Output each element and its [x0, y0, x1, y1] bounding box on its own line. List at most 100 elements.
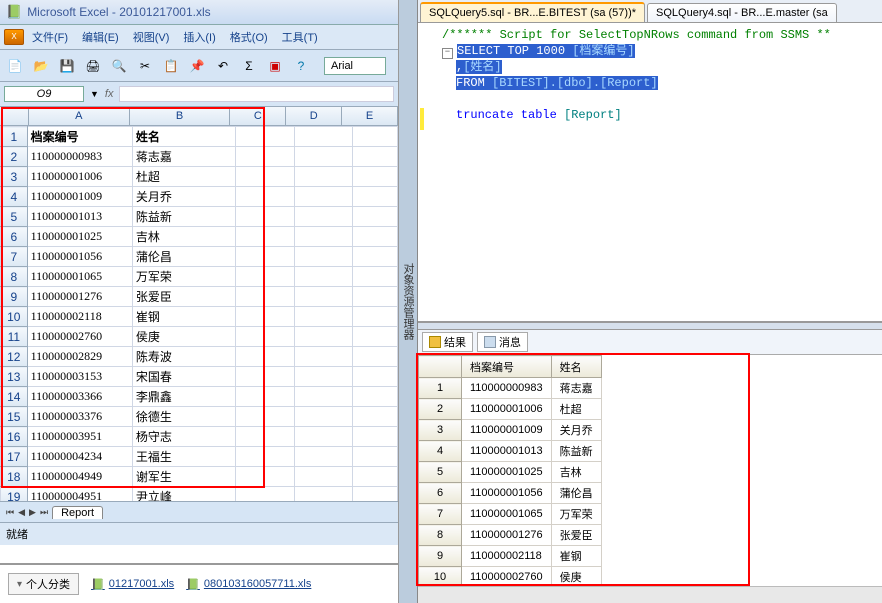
preview-icon[interactable]: 🔍: [108, 55, 130, 77]
object-explorer-tab[interactable]: 对象资源管理器: [399, 0, 418, 603]
table-row[interactable]: 6110000001056蒲伦昌: [419, 483, 602, 504]
table-row[interactable]: 10110000002760侯庚: [419, 567, 602, 587]
table-row[interactable]: 6110000001025吉林: [1, 227, 398, 247]
table-row[interactable]: 14110000003366李鼎鑫: [1, 387, 398, 407]
name-box[interactable]: O9: [4, 86, 84, 102]
spreadsheet-grid[interactable]: 1档案编号姓名2110000000983蒋志嘉3110000001006杜超41…: [0, 126, 398, 501]
sql-tab-query5[interactable]: SQLQuery5.sql - BR...E.BITEST (sa (57))*: [420, 2, 645, 22]
copy-icon[interactable]: 📋: [160, 55, 182, 77]
col-header-C[interactable]: C: [230, 107, 286, 125]
open-icon[interactable]: 📂: [30, 55, 52, 77]
collapse-icon[interactable]: −: [442, 48, 453, 59]
menu-edit[interactable]: 编辑(E): [76, 29, 125, 45]
table-row[interactable]: 9110000001276张爱臣: [1, 287, 398, 307]
sql-kw-from: FROM: [456, 76, 492, 90]
excel-sys-icon[interactable]: X: [4, 29, 24, 45]
table-row[interactable]: 4110000001013陈益新: [419, 441, 602, 462]
formula-bar[interactable]: [119, 86, 394, 102]
title-prefix: Microsoft Excel -: [27, 5, 119, 19]
menu-insert[interactable]: 插入(I): [177, 29, 221, 45]
table-row[interactable]: 9110000002118崔钢: [419, 546, 602, 567]
col-header-E[interactable]: E: [342, 107, 398, 125]
results-tab[interactable]: 结果: [422, 332, 473, 352]
table-row[interactable]: 3110000001009关月乔: [419, 420, 602, 441]
sum-icon[interactable]: Σ: [238, 55, 260, 77]
table-row[interactable]: 2110000001006杜超: [419, 399, 602, 420]
table-row[interactable]: 13110000003153宋国春: [1, 367, 398, 387]
excel-menubar: X 文件(F) 编辑(E) 视图(V) 插入(I) 格式(O) 工具(T): [0, 25, 398, 50]
table-row[interactable]: 4110000001009关月乔: [1, 187, 398, 207]
font-selector[interactable]: Arial: [324, 57, 386, 75]
cut-icon[interactable]: ✂: [134, 55, 156, 77]
macro-icon[interactable]: ▣: [264, 55, 286, 77]
table-row[interactable]: 1110000000983蒋志嘉: [419, 378, 602, 399]
sql-col-2: [姓名]: [463, 60, 501, 74]
change-marker: [420, 108, 424, 130]
horizontal-scrollbar[interactable]: [418, 586, 882, 603]
table-row[interactable]: 8110000001276张爱臣: [419, 525, 602, 546]
dropdown-icon[interactable]: ▼: [90, 89, 99, 99]
col-header-A[interactable]: A: [29, 107, 130, 125]
sql-tab-query4[interactable]: SQLQuery4.sql - BR...E.master (sa: [647, 3, 837, 22]
fx-label: fx: [105, 88, 114, 100]
splitter-handle[interactable]: [418, 322, 882, 330]
table-row[interactable]: 19110000004951尹立峰: [1, 487, 398, 502]
sql-tab-bar: SQLQuery5.sql - BR...E.BITEST (sa (57))*…: [418, 0, 882, 23]
sql-col-1: [档案编号]: [572, 44, 634, 58]
menu-format[interactable]: 格式(O): [224, 29, 274, 45]
table-row[interactable]: 5110000001013陈益新: [1, 207, 398, 227]
menu-view[interactable]: 视图(V): [127, 29, 176, 45]
category-label: 个人分类: [26, 576, 70, 592]
table-row[interactable]: 12110000002829陈寿波: [1, 347, 398, 367]
table-row[interactable]: 7110000001065万军荣: [419, 504, 602, 525]
category-button[interactable]: ▾ 个人分类: [8, 573, 79, 595]
col-header-D[interactable]: D: [286, 107, 342, 125]
column-headers: A B C D E: [0, 107, 398, 126]
menu-file[interactable]: 文件(F): [26, 29, 74, 45]
sheet-tab-report[interactable]: Report: [52, 506, 103, 519]
messages-tab[interactable]: 消息: [477, 332, 528, 352]
result-tabs: 结果 消息: [418, 330, 882, 355]
table-row[interactable]: 17110000004234王福生: [1, 447, 398, 467]
save-icon[interactable]: 💾: [56, 55, 78, 77]
sql-editor[interactable]: /****** Script for SelectTopNRows comman…: [418, 23, 882, 322]
paste-icon[interactable]: 📌: [186, 55, 208, 77]
xls-icon: 📗: [186, 578, 200, 591]
sql-comment: /****** Script for SelectTopNRows comman…: [442, 28, 831, 42]
tab-nav-last-icon[interactable]: ⏭: [40, 507, 48, 518]
tab-nav-next-icon[interactable]: ▶: [29, 507, 36, 518]
table-row[interactable]: 10110000002118崔钢: [1, 307, 398, 327]
table-row[interactable]: 5110000001025吉林: [419, 462, 602, 483]
table-row[interactable]: 8110000001065万军荣: [1, 267, 398, 287]
table-row[interactable]: 18110000004949谢军生: [1, 467, 398, 487]
file-link-2-label: 080103160057711.xls: [204, 578, 311, 590]
menu-tools[interactable]: 工具(T): [276, 29, 324, 45]
table-row[interactable]: 16110000003951杨守志: [1, 427, 398, 447]
status-bar: 就绪: [0, 522, 398, 545]
messages-tab-label: 消息: [499, 334, 521, 350]
sheet-tab-bar: ⏮ ◀ ▶ ⏭ Report: [0, 501, 398, 522]
chevron-down-icon: ▾: [17, 579, 22, 590]
col-header-B[interactable]: B: [130, 107, 231, 125]
table-row[interactable]: 3110000001006杜超: [1, 167, 398, 187]
excel-titlebar: 📗 Microsoft Excel - 20101217001.xls: [0, 0, 398, 25]
file-link-2[interactable]: 📗 080103160057711.xls: [186, 578, 311, 591]
help-icon[interactable]: ?: [290, 55, 312, 77]
results-grid[interactable]: 档案编号姓名1110000000983蒋志嘉2110000001006杜超311…: [418, 355, 882, 586]
sql-kw-select: SELECT TOP 1000: [457, 44, 572, 58]
message-icon: [484, 336, 496, 348]
file-link-1[interactable]: 📗01217001.xls: [91, 578, 174, 591]
results-tab-label: 结果: [444, 334, 466, 350]
tab-nav-first-icon[interactable]: ⏮: [6, 507, 14, 518]
tab-nav-prev-icon[interactable]: ◀: [18, 507, 25, 518]
title-filename: 20101217001.xls: [119, 5, 210, 19]
select-all-corner[interactable]: [0, 107, 29, 125]
table-row[interactable]: 15110000003376徐德生: [1, 407, 398, 427]
print-icon[interactable]: 🖨: [82, 55, 104, 77]
table-row[interactable]: 11110000002760侯庚: [1, 327, 398, 347]
table-row[interactable]: 7110000001056蒲伦昌: [1, 247, 398, 267]
sql-from-obj: [BITEST].[dbo].[Report]: [492, 76, 658, 90]
undo-icon[interactable]: ↶: [212, 55, 234, 77]
new-icon[interactable]: 📄: [4, 55, 26, 77]
table-row[interactable]: 2110000000983蒋志嘉: [1, 147, 398, 167]
